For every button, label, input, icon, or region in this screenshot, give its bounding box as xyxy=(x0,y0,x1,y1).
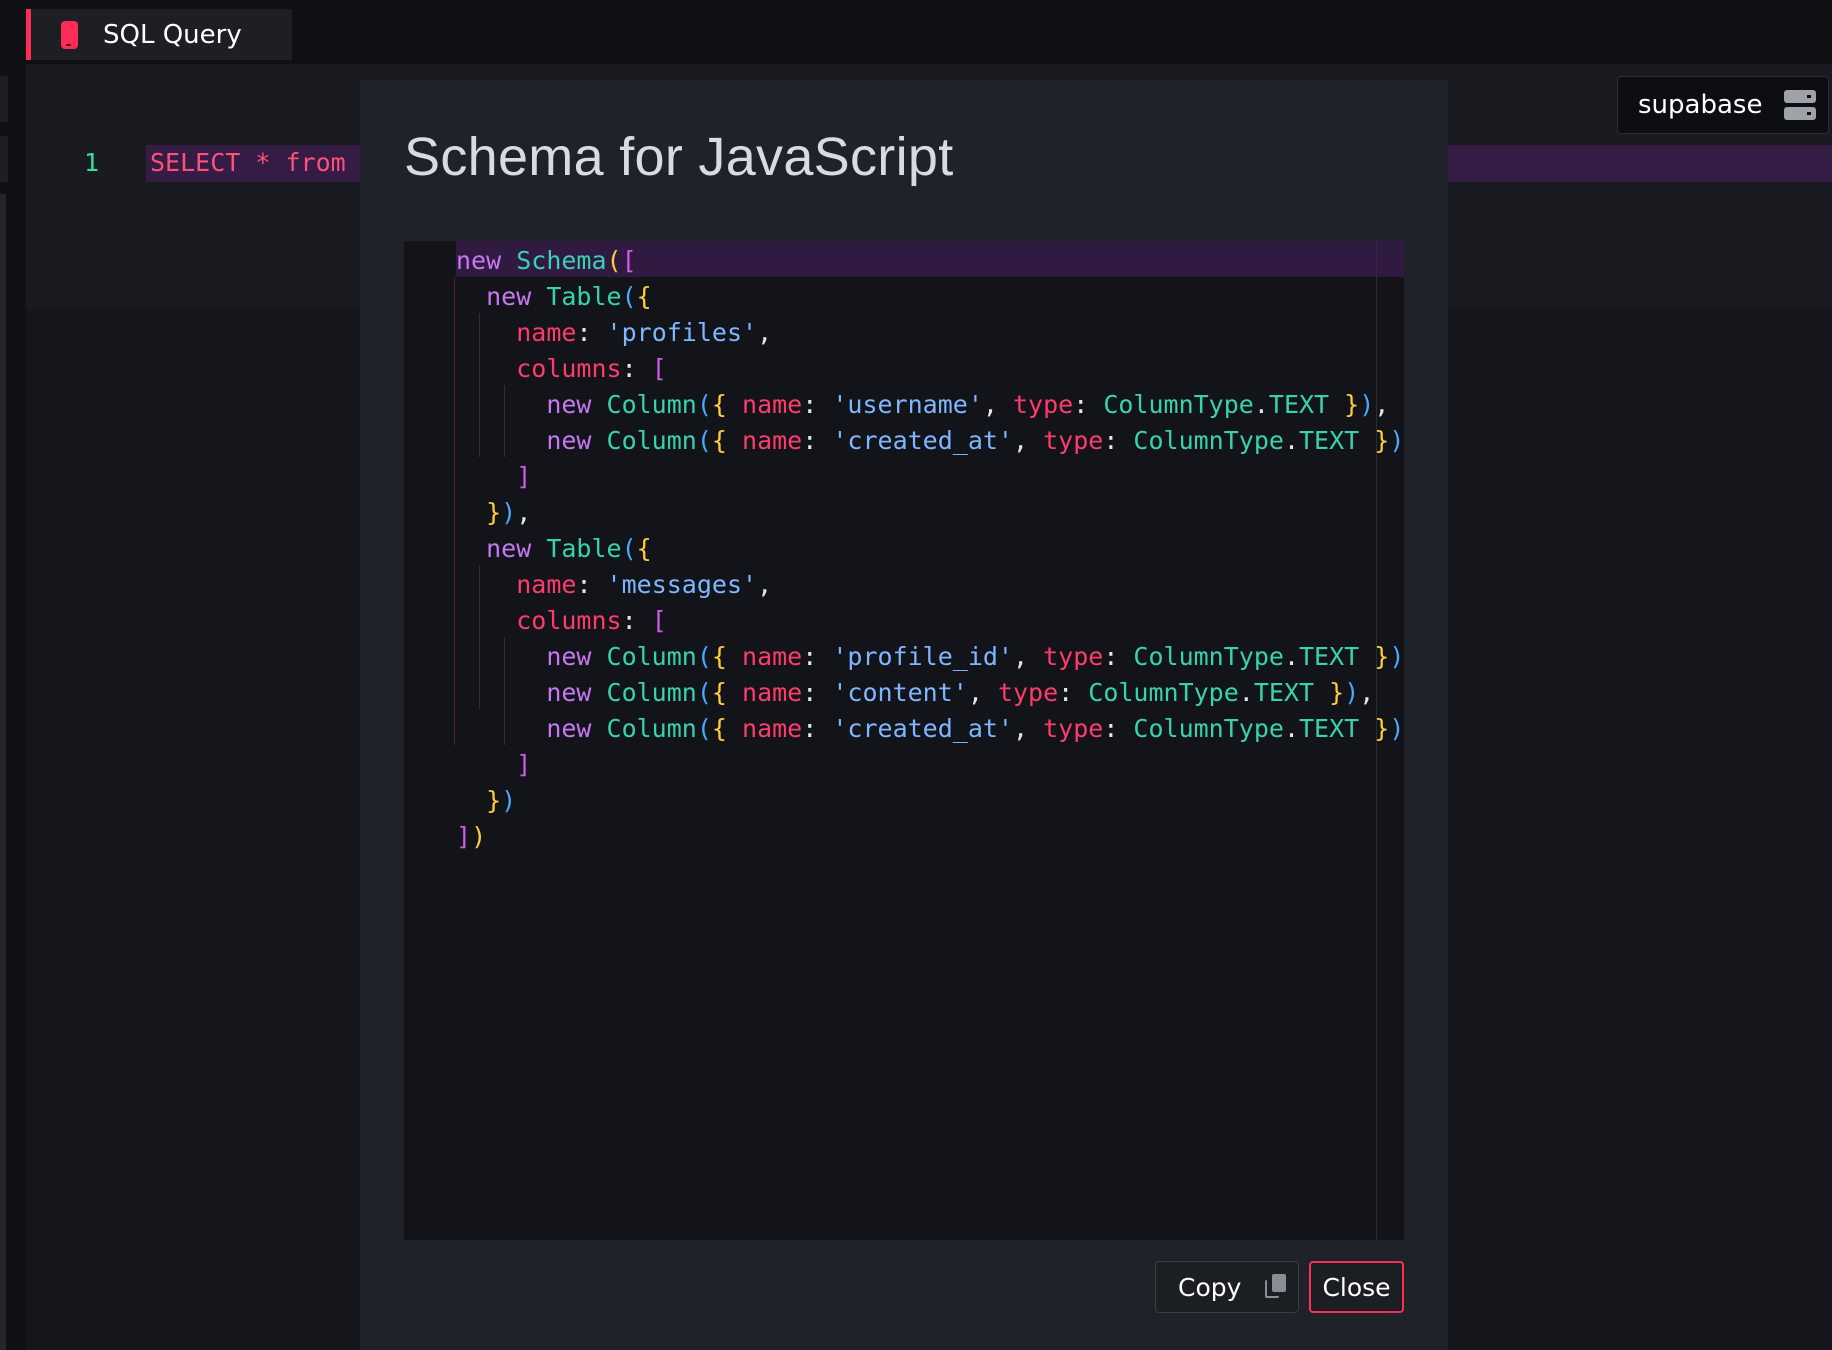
copy-button[interactable]: Copy xyxy=(1155,1261,1299,1313)
rail-handle[interactable] xyxy=(0,76,8,122)
code-line: ]) xyxy=(456,822,487,851)
server-icon xyxy=(1784,90,1817,120)
code-line: columns: [ xyxy=(516,606,667,635)
code-line: ] xyxy=(516,462,532,491)
code-line: name: 'profiles', xyxy=(516,318,773,347)
code-line: ] xyxy=(516,750,532,779)
copy-button-label: Copy xyxy=(1178,1272,1242,1302)
scrollbar[interactable] xyxy=(0,194,6,1350)
schema-code-block[interactable]: new Schema([ new Table({ name: 'profiles… xyxy=(404,241,1404,1240)
close-button[interactable]: Close xyxy=(1309,1261,1404,1313)
tab-sql-query[interactable]: SQL Query xyxy=(26,9,292,60)
modal-title: Schema for JavaScript xyxy=(404,127,954,187)
sql-query-text[interactable]: SELECT * from m xyxy=(150,148,376,177)
copy-icon xyxy=(1265,1274,1289,1300)
close-button-label: Close xyxy=(1322,1272,1391,1302)
database-icon xyxy=(61,20,78,49)
code-line: new Column({ name: 'profile_id', type: C… xyxy=(546,642,1404,671)
code-line: new Schema([ xyxy=(456,246,637,275)
top-bar: SQL Query xyxy=(0,0,1832,64)
code-line: new Table({ xyxy=(486,282,652,311)
connection-label: supabase xyxy=(1638,90,1763,120)
schema-code: new Schema([ new Table({ name: 'profiles… xyxy=(456,243,1404,855)
rail-handle[interactable] xyxy=(0,136,8,182)
code-line: }), xyxy=(486,498,532,527)
left-rail xyxy=(0,64,26,1350)
code-line: new Column({ name: 'username', type: Col… xyxy=(546,390,1390,419)
connection-selector[interactable]: supabase xyxy=(1617,76,1829,134)
code-line: }) xyxy=(486,786,517,815)
code-line: name: 'messages', xyxy=(516,570,773,599)
tab-label: SQL Query xyxy=(103,19,242,50)
line-number: 1 xyxy=(84,148,100,177)
code-line: columns: [ xyxy=(516,354,667,383)
code-line: new Column({ name: 'created_at', type: C… xyxy=(546,714,1404,743)
code-line: new Column({ name: 'created_at', type: C… xyxy=(546,426,1404,455)
code-line: new Table({ xyxy=(486,534,652,563)
indent-guide xyxy=(454,277,455,745)
code-line: new Column({ name: 'content', type: Colu… xyxy=(546,678,1375,707)
schema-modal: Schema for JavaScript new Schema([ new T… xyxy=(360,80,1448,1350)
